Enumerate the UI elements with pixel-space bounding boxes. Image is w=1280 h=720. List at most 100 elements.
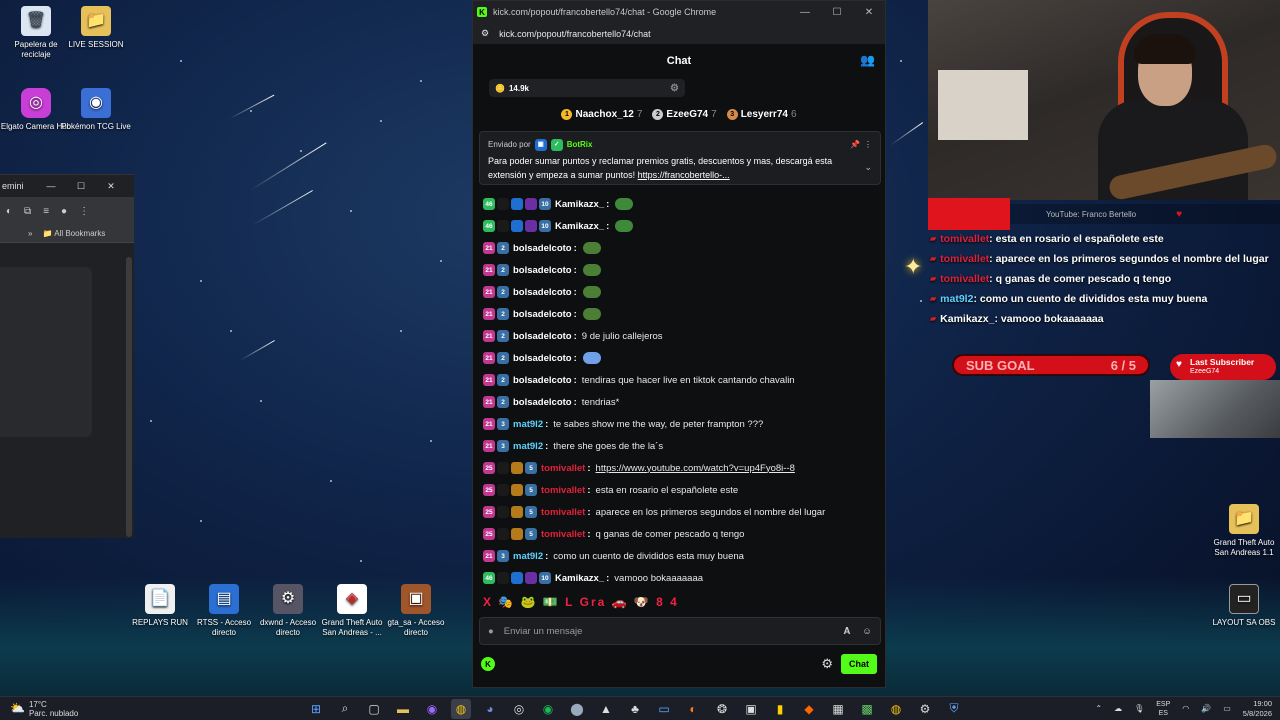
user-badge-icon[interactable]: 25 [483, 528, 495, 540]
user-badge-icon[interactable]: 5 [525, 506, 537, 518]
all-bookmarks-button[interactable]: 📁 All Bookmarks [42, 229, 105, 238]
close-icon[interactable]: ✕ [853, 7, 885, 18]
user-badge-icon[interactable]: 25 [483, 462, 495, 474]
minimize-icon[interactable]: — [789, 7, 821, 18]
tab-search-icon[interactable]: ≡ [43, 206, 49, 217]
app-icon-2[interactable]: ♣ [625, 699, 645, 719]
microphone-icon[interactable]: 🎙 [1134, 704, 1144, 713]
user-badge-icon[interactable]: 25 [483, 506, 495, 518]
send-chat-button[interactable]: Chat [841, 654, 877, 674]
user-badge-icon[interactable]: 21 [483, 242, 495, 254]
chat-username[interactable]: bolsadelcoto [513, 265, 572, 276]
chat-username[interactable]: tomivallet [541, 463, 585, 474]
gear-icon[interactable]: ⚙ [670, 83, 679, 94]
desktop-icon-live-session[interactable]: 📁 LIVE SESSION [60, 6, 132, 50]
chat-username[interactable]: bolsadelcoto [513, 331, 572, 342]
maximize-icon[interactable]: ☐ [66, 181, 96, 192]
chat-username[interactable]: Kamikazx_ [555, 573, 604, 584]
search-icon[interactable]: ⌕ [335, 699, 355, 719]
close-icon[interactable]: ✕ [96, 181, 126, 192]
pinned-link[interactable]: https://francobertello-... [638, 170, 730, 180]
chrome-icon-2[interactable]: ◍ [886, 699, 906, 719]
user-badge-icon[interactable] [497, 484, 509, 496]
spotify-icon[interactable]: ◉ [538, 699, 558, 719]
user-badge-icon[interactable]: 3 [497, 440, 509, 452]
battery-icon[interactable]: ▭ [1223, 704, 1231, 713]
desktop-icon-dxwnd[interactable]: ⚙ dxwnd - Acceso directo [252, 584, 324, 638]
user-badge-icon[interactable]: 46 [483, 198, 495, 210]
chat-username[interactable]: bolsadelcoto [513, 375, 572, 386]
user-badge-icon[interactable]: 21 [483, 352, 495, 364]
chat-username[interactable]: bolsadelcoto [513, 309, 572, 320]
pinned-menu-icon[interactable]: ⋮ [864, 138, 872, 152]
clock[interactable]: 19:00 5/8/2026 [1243, 699, 1272, 719]
volume-icon[interactable]: 🔊 [1201, 704, 1211, 713]
chevron-up-icon[interactable]: ⌃ [1095, 704, 1102, 713]
user-badge-icon[interactable] [511, 484, 523, 496]
discord-icon[interactable]: ◕ [480, 699, 500, 719]
emote-icon[interactable] [582, 242, 601, 254]
user-badge-icon[interactable] [497, 198, 509, 210]
user-badge-icon[interactable]: 21 [483, 286, 495, 298]
user-badge-icon[interactable]: 2 [497, 352, 509, 364]
user-badge-icon[interactable]: 2 [497, 308, 509, 320]
user-badge-icon[interactable]: 3 [497, 550, 509, 562]
maximize-icon[interactable]: ☐ [821, 7, 853, 18]
wifi-icon[interactable]: ◠ [1182, 704, 1189, 713]
user-badge-icon[interactable]: 21 [483, 396, 495, 408]
chat-input[interactable]: ● Enviar un mensaje 𝐀 ☺ [479, 617, 881, 645]
user-badge-icon[interactable]: 25 [483, 484, 495, 496]
user-badge-icon[interactable] [511, 506, 523, 518]
user-badge-icon[interactable]: 10 [539, 572, 551, 584]
user-badge-icon[interactable]: 3 [497, 418, 509, 430]
emote-icon[interactable] [582, 264, 601, 276]
desktop-icon-layout-obs[interactable]: ▭ LAYOUT SA OBS [1208, 584, 1280, 628]
desktop-icon-gta-sa-shortcut[interactable]: ▣ gta_sa - Acceso directo [380, 584, 452, 638]
settings-icon[interactable]: ⚙ [915, 699, 935, 719]
chat-username[interactable]: tomivallet [541, 485, 585, 496]
user-badge-icon[interactable] [511, 198, 523, 210]
user-badge-icon[interactable] [497, 462, 509, 474]
chat-link[interactable]: https://www.youtube.com/watch?v=up4Fyo8i… [596, 463, 795, 474]
file-explorer-icon[interactable]: ▬ [393, 699, 413, 719]
user-badge-icon[interactable]: 10 [539, 220, 551, 232]
desktop-icon-gta-folder[interactable]: 📁 Grand Theft Auto San Andreas 1.1 [1208, 504, 1280, 558]
bookmarks-chevron-icon[interactable]: » [28, 229, 32, 238]
terminal-icon[interactable]: ▣ [741, 699, 761, 719]
user-badge-icon[interactable]: 10 [539, 198, 551, 210]
leaderboard-entry[interactable]: 1 Naachox_12 7 [561, 108, 642, 120]
user-badge-icon[interactable]: 2 [497, 374, 509, 386]
user-badge-icon[interactable]: 46 [483, 572, 495, 584]
steam-icon[interactable]: ⬤ [567, 699, 587, 719]
chrome-icon[interactable]: ◍ [451, 698, 471, 719]
start-icon[interactable]: ⊞ [306, 699, 326, 719]
cloud-icon[interactable]: ☁ [1114, 704, 1122, 713]
chat-username[interactable]: bolsadelcoto [513, 287, 572, 298]
language-indicator[interactable]: ESP ES [1156, 700, 1170, 718]
user-badge-icon[interactable] [511, 462, 523, 474]
translate-icon[interactable]: 𝐀 [844, 626, 851, 637]
user-badge-icon[interactable] [511, 528, 523, 540]
emote-icon[interactable] [615, 198, 634, 210]
user-badge-icon[interactable]: 21 [483, 264, 495, 276]
emote-icon[interactable] [615, 220, 634, 232]
kick-icon[interactable]: K [481, 657, 495, 671]
desktop-icon-replays[interactable]: 📄 REPLAYS RUN [124, 584, 196, 628]
user-badge-icon[interactable]: 21 [483, 308, 495, 320]
desktop-icon-pokemon[interactable]: ◉ Pokémon TCG Live [60, 88, 132, 132]
emote-strip[interactable]: X 🎭 🐸 💵 L Gra 🚗 🐶 8 4 [483, 595, 679, 609]
desktop-icon-gta-sa[interactable]: ◈ Grand Theft Auto San Andreas - ... [316, 584, 388, 638]
emote-icon[interactable] [582, 308, 601, 320]
chat-username[interactable]: mat9l2 [513, 419, 543, 430]
chat-username[interactable]: mat9l2 [513, 441, 543, 452]
chat-username[interactable]: tomivallet [541, 507, 585, 518]
leaderboard-entry[interactable]: 2 EzeeG74 7 [652, 108, 717, 120]
pin-icon[interactable]: 📌 [850, 138, 860, 152]
channel-points-pill[interactable]: 🪙 14.9k ⚙ [489, 79, 685, 97]
obs-icon[interactable]: ◎ [509, 699, 529, 719]
user-badge-icon[interactable] [497, 572, 509, 584]
user-badge-icon[interactable]: 21 [483, 440, 495, 452]
app-icon-4[interactable]: ❂ [712, 699, 732, 719]
user-badge-icon[interactable]: 2 [497, 396, 509, 408]
weather-widget[interactable]: ⛅ 17°C Parc. nublado [0, 700, 120, 718]
